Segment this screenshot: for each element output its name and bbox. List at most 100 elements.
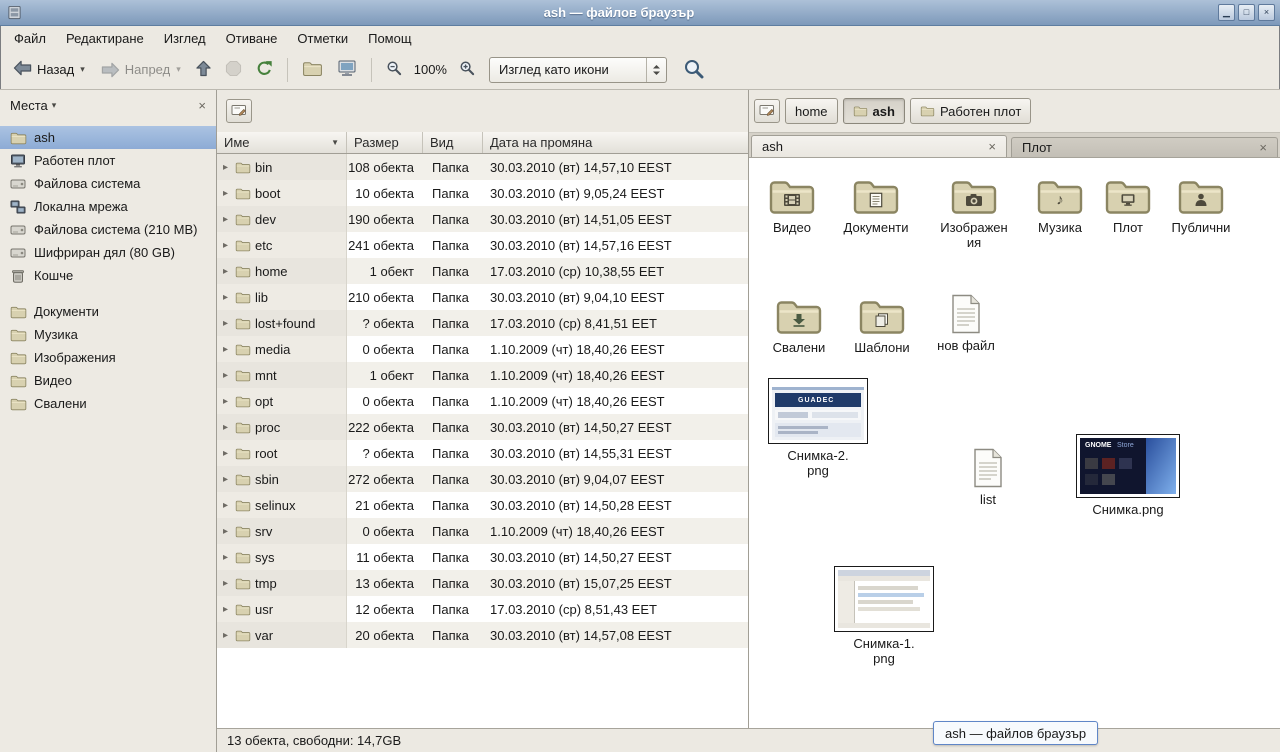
table-row[interactable]: ▸root? обектаПапка30.03.2010 (вт) 14,55,…	[217, 440, 748, 466]
tab-close-icon[interactable]: ×	[980, 139, 996, 154]
icon-item[interactable]: Шаблони	[834, 292, 930, 355]
table-row[interactable]: ▸tmp13 обектаПапка30.03.2010 (вт) 15,07,…	[217, 570, 748, 596]
expander-icon[interactable]: ▸	[220, 214, 231, 225]
titlebar[interactable]: ash — файлов браузър ▁ □ ×	[0, 0, 1280, 26]
expander-icon[interactable]: ▸	[220, 526, 231, 537]
expander-icon[interactable]: ▸	[220, 240, 231, 251]
table-row[interactable]: ▸bin108 обектаПапка30.03.2010 (вт) 14,57…	[217, 154, 748, 180]
menu-item[interactable]: Файл	[4, 27, 56, 50]
sidebar-item[interactable]: Кошче	[0, 264, 216, 287]
computer-button[interactable]	[331, 54, 363, 85]
table-row[interactable]: ▸boot10 обектаПапка30.03.2010 (вт) 9,05,…	[217, 180, 748, 206]
expander-icon[interactable]: ▸	[220, 500, 231, 511]
sidebar-item[interactable]: ash	[0, 126, 216, 149]
expander-icon[interactable]: ▸	[220, 292, 231, 303]
table-row[interactable]: ▸media0 обектаПапка1.10.2009 (чт) 18,40,…	[217, 336, 748, 362]
close-button[interactable]: ×	[1258, 4, 1275, 21]
column-header[interactable]: Размер	[347, 132, 423, 153]
column-header[interactable]: Дата на промяна	[483, 132, 748, 153]
menu-item[interactable]: Изглед	[154, 27, 216, 50]
expander-icon[interactable]: ▸	[220, 604, 231, 615]
sidebar-item[interactable]: Работен плот	[0, 149, 216, 172]
table-row[interactable]: ▸mnt1 обектПапка1.10.2009 (чт) 18,40,26 …	[217, 362, 748, 388]
spinner-arrows-icon[interactable]	[647, 64, 666, 76]
tab[interactable]: Плот×	[1011, 137, 1278, 157]
expander-icon[interactable]: ▸	[220, 448, 231, 459]
table-row[interactable]: ▸lost+found? обектаПапка17.03.2010 (ср) …	[217, 310, 748, 336]
expander-icon[interactable]: ▸	[220, 344, 231, 355]
expander-icon[interactable]: ▸	[220, 474, 231, 485]
maximize-button[interactable]: □	[1238, 4, 1255, 21]
tab-close-icon[interactable]: ×	[1251, 140, 1267, 155]
table-row[interactable]: ▸sys11 обектаПапка30.03.2010 (вт) 14,50,…	[217, 544, 748, 570]
expander-icon[interactable]: ▸	[220, 266, 231, 277]
sidebar-item[interactable]: Файлова система (210 MB)	[0, 218, 216, 241]
menu-item[interactable]: Отметки	[287, 27, 358, 50]
path-button[interactable]: ash	[843, 98, 905, 124]
icon-view[interactable]: ВидеоДокументиИзображен ия♪МузикаПлотПуб…	[749, 158, 1280, 728]
location-toggle-button[interactable]	[226, 99, 252, 123]
places-title[interactable]: Места	[10, 98, 48, 113]
sidebar-item[interactable]: Видео	[0, 369, 216, 392]
places-chevron-icon[interactable]: ▾	[52, 100, 57, 111]
icon-item[interactable]: list	[940, 446, 1036, 507]
table-row[interactable]: ▸etc241 обектаПапка30.03.2010 (вт) 14,57…	[217, 232, 748, 258]
table-row[interactable]: ▸sbin272 обектаПапка30.03.2010 (вт) 9,04…	[217, 466, 748, 492]
table-row[interactable]: ▸proc222 обектаПапка30.03.2010 (вт) 14,5…	[217, 414, 748, 440]
expander-icon[interactable]: ▸	[220, 422, 231, 433]
expander-icon[interactable]: ▸	[220, 188, 231, 199]
minimize-button[interactable]: ▁	[1218, 4, 1235, 21]
sidebar-item[interactable]: Файлова система	[0, 172, 216, 195]
back-button[interactable]: Назад ▾	[6, 55, 92, 84]
stop-button[interactable]	[219, 55, 248, 85]
icon-item[interactable]: GNOME Store Снимка.png	[1080, 434, 1176, 517]
up-button[interactable]	[190, 55, 217, 85]
table-row[interactable]: ▸usr12 обектаПапка17.03.2010 (ср) 8,51,4…	[217, 596, 748, 622]
zoom-out-button[interactable]	[380, 55, 408, 84]
menu-item[interactable]: Отиване	[216, 27, 288, 50]
expander-icon[interactable]: ▸	[220, 578, 231, 589]
icon-item[interactable]: Снимка-1. png	[836, 566, 932, 666]
sidebar-item[interactable]: Музика	[0, 323, 216, 346]
sidebar-item[interactable]: Шифриран дял (80 GB)	[0, 241, 216, 264]
location-toggle-button[interactable]	[754, 99, 780, 123]
view-mode-select[interactable]: Изглед като икони	[489, 57, 667, 83]
expander-icon[interactable]: ▸	[220, 370, 231, 381]
forward-button[interactable]: Напред ▾	[94, 57, 188, 83]
zoom-in-button[interactable]	[453, 55, 481, 84]
table-row[interactable]: ▸srv0 обектаПапка1.10.2009 (чт) 18,40,26…	[217, 518, 748, 544]
table-row[interactable]: ▸home1 обектПапка17.03.2010 (ср) 10,38,5…	[217, 258, 748, 284]
sidebar-close-button[interactable]: ×	[198, 98, 206, 113]
expander-icon[interactable]: ▸	[220, 318, 231, 329]
icon-item[interactable]: Документи	[828, 172, 924, 235]
reload-button[interactable]	[250, 55, 279, 85]
icon-item[interactable]: Видео	[749, 172, 840, 235]
sidebar-item[interactable]: Документи	[0, 300, 216, 323]
expander-icon[interactable]: ▸	[220, 552, 231, 563]
table-row[interactable]: ▸var20 обектаПапка30.03.2010 (вт) 14,57,…	[217, 622, 748, 648]
tab[interactable]: ash×	[751, 135, 1007, 157]
column-header[interactable]: Вид	[423, 132, 483, 153]
expander-icon[interactable]: ▸	[220, 162, 231, 173]
sidebar-item[interactable]: Свалени	[0, 392, 216, 415]
expander-icon[interactable]: ▸	[220, 630, 231, 641]
icon-item[interactable]: Изображен ия	[926, 172, 1022, 250]
icon-item[interactable]: Публични	[1153, 172, 1249, 235]
home-button[interactable]	[296, 55, 329, 85]
path-button[interactable]: home	[785, 98, 838, 124]
icon-item[interactable]: Свалени	[751, 292, 847, 355]
table-row[interactable]: ▸selinux21 обектаПапка30.03.2010 (вт) 14…	[217, 492, 748, 518]
path-button[interactable]: Работен плот	[910, 98, 1031, 124]
back-history-chevron-icon[interactable]: ▾	[80, 64, 85, 75]
search-button[interactable]	[677, 53, 710, 87]
table-row[interactable]: ▸dev190 обектаПапка30.03.2010 (вт) 14,51…	[217, 206, 748, 232]
menu-item[interactable]: Редактиране	[56, 27, 154, 50]
sidebar-item[interactable]: Локална мрежа	[0, 195, 216, 218]
sidebar-item[interactable]: Изображения	[0, 346, 216, 369]
table-row[interactable]: ▸opt0 обектаПапка1.10.2009 (чт) 18,40,26…	[217, 388, 748, 414]
expander-icon[interactable]: ▸	[220, 396, 231, 407]
icon-item[interactable]: GUADEC Снимка-2. png	[770, 378, 866, 478]
table-row[interactable]: ▸lib210 обектаПапка30.03.2010 (вт) 9,04,…	[217, 284, 748, 310]
icon-item[interactable]: нов файл	[918, 292, 1014, 353]
menu-item[interactable]: Помощ	[358, 27, 421, 50]
